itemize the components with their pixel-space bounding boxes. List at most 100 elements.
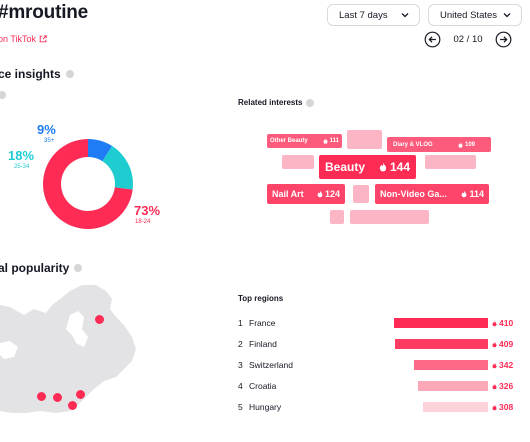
interest-chip-label: Non-Video Ga... [380,189,447,199]
interest-chip-non-video-games[interactable]: Non-Video Ga... 114 [375,184,489,204]
country-select[interactable]: United States [428,4,522,26]
region-value: 410 [492,318,513,328]
region-bar [394,318,488,328]
region-value: 342 [492,360,513,370]
view-on-tiktok-label: on TikTok [0,34,37,44]
audience-insights-title: ce insights [0,67,74,81]
next-page-button[interactable] [495,31,512,48]
region-bar [423,402,488,412]
age-label-18-24: 73% 18-24 [134,204,160,225]
age-percent: 9% [37,122,56,137]
region-rank: 2 [238,339,243,349]
pager: 02 / 10 [424,31,512,48]
country-select-value: United States [440,9,498,21]
interest-chip-placeholder [347,130,382,149]
region-value-text: 342 [499,360,514,370]
region-value: 326 [492,381,513,391]
audience-insights-label: ce insights [0,67,61,81]
region-name: Switzerland [249,360,293,370]
info-icon[interactable] [65,70,74,78]
map-dot-croatia[interactable] [68,401,77,410]
interest-chip-placeholder [425,155,476,169]
interest-chip-placeholder [282,155,314,169]
interest-chip-label: Beauty [325,160,366,174]
region-name: Croatia [249,381,277,391]
interest-chip-placeholder [330,210,344,224]
region-name: Hungary [249,402,282,412]
flame-icon [317,190,323,198]
region-rank: 3 [238,360,243,370]
age-percent: 18% [8,148,35,163]
interest-chip-value: 109 [464,141,475,148]
view-on-tiktok-link[interactable]: on TikTok [0,34,47,44]
map-landmass [0,285,136,413]
region-row[interactable]: 3 Switzerland 342 [238,358,518,372]
page-indicator: 02 / 10 [453,34,483,45]
interest-chip-placeholder [353,185,369,203]
region-bar [418,381,488,391]
interest-chip-other-beauty[interactable]: Other Beauty 111 [267,134,342,148]
info-icon[interactable] [74,264,83,272]
region-name: France [249,318,276,328]
age-range: 18-24 [135,219,151,225]
region-row[interactable]: 5 Hungary 308 [238,400,518,414]
top-regions-title: Top regions [238,294,284,303]
interest-chip-value: 111 [329,138,339,144]
related-interests-title: Related interests [238,98,315,107]
flame-icon [492,362,497,368]
interest-chip-value: 124 [324,189,340,199]
previous-page-button[interactable] [424,31,441,48]
flame-icon [323,138,328,144]
region-row[interactable]: 1 France 410 [238,316,518,330]
region-value: 409 [492,339,513,349]
interest-chip-diary-vlog[interactable]: Diary & VLOG 109 [387,137,491,152]
flame-icon [492,404,497,410]
region-rank: 4 [238,381,243,391]
flame-icon [492,320,497,326]
region-name: Finland [249,339,277,349]
interest-chip-value: 114 [469,189,484,199]
region-value: 308 [492,402,513,412]
flame-icon [462,190,467,198]
region-rank: 5 [238,402,243,412]
interest-chip-label: Nail Art [272,189,304,199]
flame-icon [492,341,497,347]
flame-icon [379,162,387,172]
regional-popularity-label: al popularity [0,261,70,275]
period-select-value: Last 7 days [339,9,388,21]
chevron-down-icon [503,13,511,18]
regional-popularity-title: al popularity [0,261,83,275]
age-donut-chart [43,139,133,229]
region-bar [395,339,488,349]
page-title: #mroutine [0,2,89,23]
interest-chip-label: Other Beauty [270,138,308,144]
region-value-text: 308 [499,402,514,412]
region-row[interactable]: 4 Croatia 326 [238,379,518,393]
interest-chip-nail-art[interactable]: Nail Art 124 [267,184,345,204]
related-interests-label: Related interests [238,98,303,107]
flame-icon [458,141,463,148]
map-dot-finland[interactable] [95,315,104,324]
age-percent: 73% [134,203,161,218]
age-label-25-34: 18% 25-34 [8,149,34,170]
region-value-text: 410 [499,318,514,328]
region-bar [414,360,488,370]
region-row[interactable]: 2 Finland 409 [238,337,518,351]
info-icon[interactable] [0,91,6,99]
interest-chip-label: Diary & VLOG [393,141,433,148]
chevron-down-icon [401,13,409,18]
map-dot-switzerland[interactable] [53,393,62,402]
region-rank: 1 [238,318,243,328]
flame-icon [492,383,497,389]
interest-chip-beauty[interactable]: Beauty 144 [319,155,416,179]
europe-map [0,285,136,413]
interest-chip-placeholder [350,210,429,224]
interest-chip-value: 144 [389,160,410,174]
external-link-icon [39,35,47,43]
map-dot-france[interactable] [37,392,46,401]
region-value-text: 326 [499,381,514,391]
info-icon[interactable] [306,98,315,107]
age-range: 35+ [44,138,55,144]
period-select[interactable]: Last 7 days [327,4,420,26]
map-dot-hungary[interactable] [76,390,85,399]
